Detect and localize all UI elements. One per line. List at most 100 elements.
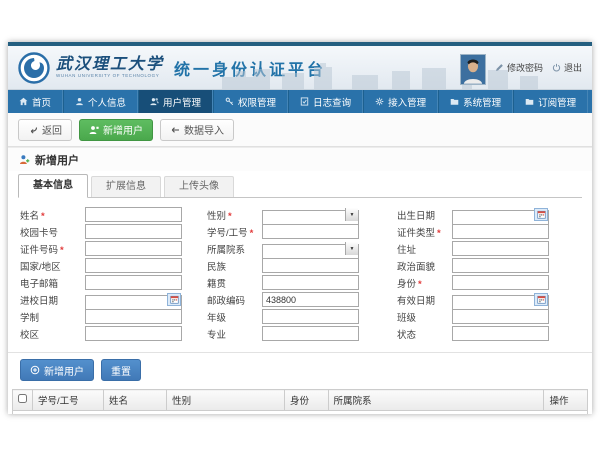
table-col-gender: 性别 [167, 390, 285, 411]
field-native-place-input[interactable] [262, 275, 359, 290]
reset-button[interactable]: 重置 [101, 359, 141, 381]
form-field-birth-date: 出生日期 [397, 207, 592, 222]
form-field-name: 姓名* [20, 207, 207, 222]
table-col-label: 操作 [549, 396, 568, 407]
field-major-input[interactable] [262, 326, 359, 341]
field-label: 校园卡号 [20, 225, 85, 239]
form-field-country-region: 国家/地区 [20, 258, 207, 273]
add-user-submit-button[interactable]: 新增用户 [20, 359, 94, 381]
nav-item-system-mgmt[interactable]: 系统管理 [438, 90, 513, 113]
tab-upload-avatar[interactable]: 上传头像 [164, 176, 234, 197]
power-icon [552, 63, 561, 72]
toolbar: 返回 新增用户 数据导入 [8, 113, 592, 147]
nav-item-profile[interactable]: 个人信息 [63, 90, 138, 113]
field-id-type-input[interactable] [452, 224, 549, 239]
calendar-icon[interactable] [167, 293, 181, 306]
field-id-number-input[interactable] [85, 241, 182, 256]
field-identity-input[interactable] [452, 275, 549, 290]
nav-item-label: 日志查询 [313, 95, 351, 109]
field-address-input[interactable] [452, 241, 549, 256]
field-label: 电子邮箱 [20, 276, 85, 290]
app-window: 武汉理工大学 WUHAN UNIVERSITY OF TECHNOLOGY 统一… [8, 42, 592, 414]
field-class-input[interactable] [452, 309, 549, 324]
nav-item-access-mgmt[interactable]: 接入管理 [363, 90, 438, 113]
field-label-text: 姓名 [20, 211, 39, 222]
form-row: 电子邮箱籍贯身份* [20, 274, 592, 291]
nav-item-label: 权限管理 [238, 95, 276, 109]
folder-icon [525, 97, 534, 106]
nav-item-label: 系统管理 [463, 95, 501, 109]
field-label-text: 性别 [207, 211, 226, 222]
nav-item-log-query[interactable]: 日志查询 [288, 90, 363, 113]
back-button-label: 返回 [42, 122, 62, 137]
nav-item-home[interactable]: 首页 [8, 90, 63, 113]
new-user-form: 姓名*性别*▼出生日期校园卡号学号/工号*证件类型*证件号码*所属院系▼住址国家… [8, 198, 592, 347]
form-row: 学制年级班级 [20, 308, 592, 325]
users-icon [150, 97, 159, 106]
logout-label: 退出 [564, 61, 582, 74]
required-asterisk: * [437, 228, 441, 239]
select-all-checkbox[interactable] [18, 394, 27, 403]
user-table: 学号/工号姓名性别身份所属院系操作 [12, 389, 588, 414]
main-nav: 首页 个人信息用户管理 权限管理 日志查询 接入管理 系统管理订阅管理 [8, 90, 592, 113]
field-country-region-input[interactable] [85, 258, 182, 273]
field-grade-input[interactable] [262, 309, 359, 324]
form-actions: 新增用户 重置 [8, 352, 592, 387]
field-label: 民族 [207, 259, 262, 273]
nav-item-subscription-mgmt[interactable]: 订阅管理 [513, 90, 588, 113]
field-status-input[interactable] [452, 326, 549, 341]
university-name-cn: 武汉理工大学 [56, 56, 164, 72]
field-study-length-input[interactable] [85, 309, 182, 324]
field-label: 政治面貌 [397, 259, 452, 273]
field-label-text: 籍贯 [207, 279, 226, 290]
field-label-text: 进校日期 [20, 296, 58, 307]
field-label-text: 学号/工号 [207, 228, 248, 239]
field-label-text: 状态 [397, 330, 416, 341]
field-email-input[interactable] [85, 275, 182, 290]
plus-circle-icon [30, 365, 40, 375]
form-field-native-place: 籍贯 [207, 275, 397, 290]
back-arrow-icon [28, 125, 38, 135]
field-label-text: 政治面貌 [397, 262, 435, 273]
nav-item-label: 接入管理 [388, 95, 426, 109]
field-ethnicity-input[interactable] [262, 258, 359, 273]
field-label: 进校日期 [20, 293, 85, 307]
field-valid-date-datepicker [452, 292, 549, 307]
table-header-row: 学号/工号姓名性别身份所属院系操作 [13, 390, 588, 411]
gear-icon [375, 97, 384, 106]
change-password-link[interactable]: 修改密码 [495, 61, 543, 74]
field-student-id-input[interactable] [262, 224, 359, 239]
field-postal-code-input[interactable] [262, 292, 359, 307]
field-label: 出生日期 [397, 208, 452, 222]
field-political-status-input[interactable] [452, 258, 549, 273]
calendar-icon[interactable] [534, 293, 548, 306]
required-asterisk: * [228, 211, 232, 222]
field-label-text: 学制 [20, 313, 39, 324]
calendar-icon[interactable] [534, 208, 548, 221]
field-entry-date-datepicker [85, 292, 182, 307]
dropdown-arrow-icon[interactable]: ▼ [345, 242, 358, 255]
add-user-toolbar-button[interactable]: 新增用户 [79, 119, 153, 141]
change-password-label: 修改密码 [507, 61, 543, 74]
nav-item-permission-mgmt[interactable]: 权限管理 [213, 90, 288, 113]
form-field-study-length: 学制 [20, 309, 207, 324]
nav-item-label: 个人信息 [88, 95, 126, 109]
data-import-label: 数据导入 [184, 122, 224, 137]
field-campus-card-input[interactable] [85, 224, 182, 239]
field-campus-input[interactable] [85, 326, 182, 341]
data-import-button[interactable]: 数据导入 [160, 119, 234, 141]
form-field-status: 状态 [397, 326, 592, 341]
nav-item-user-mgmt[interactable]: 用户管理 [138, 90, 213, 113]
tab-basic-info[interactable]: 基本信息 [18, 174, 88, 198]
home-icon [19, 97, 28, 106]
field-name-input[interactable] [85, 207, 182, 222]
field-label-text: 民族 [207, 262, 226, 273]
form-row: 校园卡号学号/工号*证件类型* [20, 223, 592, 240]
field-label: 有效日期 [397, 293, 452, 307]
required-asterisk: * [41, 211, 45, 222]
tab-extended-info[interactable]: 扩展信息 [91, 176, 161, 197]
dropdown-arrow-icon[interactable]: ▼ [345, 208, 358, 221]
logout-link[interactable]: 退出 [552, 61, 582, 74]
user-avatar[interactable] [460, 54, 486, 85]
back-button[interactable]: 返回 [18, 119, 72, 141]
